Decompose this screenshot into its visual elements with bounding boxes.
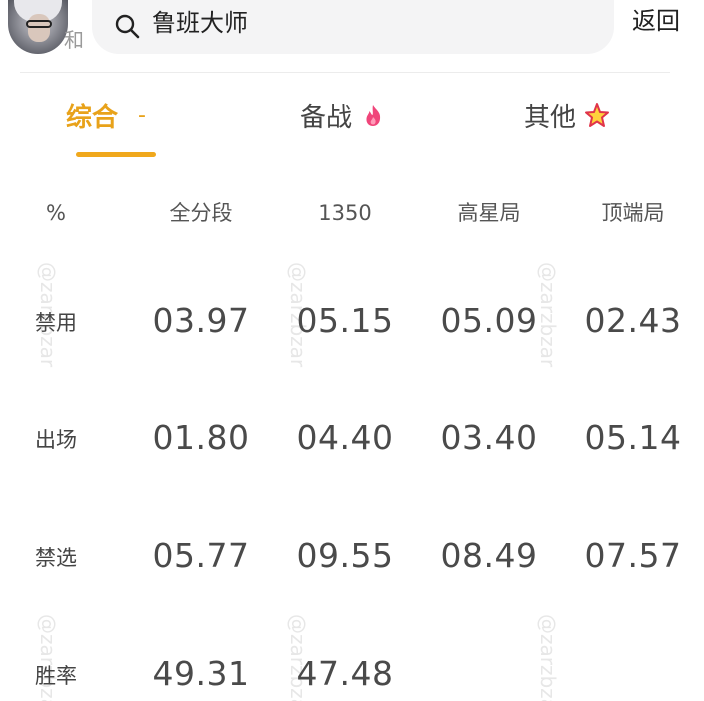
search-input[interactable]: 鲁班大师 bbox=[152, 8, 248, 38]
search-icon bbox=[115, 14, 140, 39]
table-cell: 05.09 bbox=[440, 301, 538, 340]
row-label-appear: 出场 bbox=[35, 428, 77, 452]
column-header-percent: % bbox=[46, 201, 66, 225]
tab-prep[interactable]: 备战 bbox=[300, 90, 386, 140]
table-cell: 47.48 bbox=[296, 654, 394, 693]
column-header-all-tiers: 全分段 bbox=[169, 201, 233, 225]
active-tab-indicator bbox=[76, 152, 156, 157]
table-cell: 03.40 bbox=[440, 418, 538, 457]
table-cell: 07.57 bbox=[584, 536, 682, 575]
table-cell: 49.31 bbox=[152, 654, 250, 693]
avatar[interactable] bbox=[8, 0, 68, 54]
tab-other[interactable]: 其他 bbox=[524, 90, 610, 140]
tab-other-label: 其他 bbox=[524, 102, 577, 133]
table-cell: 05.15 bbox=[296, 301, 394, 340]
row-label-win-rate: 胜率 bbox=[35, 664, 77, 688]
table-cell: 05.77 bbox=[152, 536, 250, 575]
table-cell: 02.43 bbox=[584, 301, 682, 340]
avatar-face bbox=[28, 14, 50, 42]
table-cell: 01.80 bbox=[152, 418, 250, 457]
tab-overall[interactable]: 综合 - bbox=[66, 90, 146, 140]
table-cell: 05.14 bbox=[584, 418, 682, 457]
table-cell: 04.40 bbox=[296, 418, 394, 457]
table-cell: 09.55 bbox=[296, 536, 394, 575]
column-header-1350: 1350 bbox=[318, 201, 372, 225]
top-bar: 和 鲁班大师 返回 bbox=[0, 0, 704, 72]
header-divider bbox=[20, 72, 670, 73]
tab-prep-label: 备战 bbox=[300, 102, 353, 133]
user-name: 和 bbox=[64, 28, 84, 52]
search-bar[interactable]: 鲁班大师 bbox=[92, 0, 614, 54]
star-icon bbox=[585, 103, 610, 127]
row-label-ban: 禁用 bbox=[35, 311, 77, 335]
back-button[interactable]: 返回 bbox=[632, 6, 680, 36]
column-header-top-tier: 顶端局 bbox=[601, 201, 665, 225]
table-cell: 08.49 bbox=[440, 536, 538, 575]
avatar-glasses bbox=[26, 20, 52, 28]
row-label-ban-pick: 禁选 bbox=[35, 546, 77, 570]
tab-bar: 综合 - 备战 其他 bbox=[0, 90, 704, 160]
flame-icon bbox=[366, 105, 381, 126]
watermark: @zarzbzar bbox=[536, 614, 560, 701]
column-header-high-star: 高星局 bbox=[457, 201, 521, 225]
tab-overall-label: 综合 bbox=[66, 102, 119, 133]
table-cell: 03.97 bbox=[152, 301, 250, 340]
tab-overall-suffix: - bbox=[138, 102, 146, 128]
